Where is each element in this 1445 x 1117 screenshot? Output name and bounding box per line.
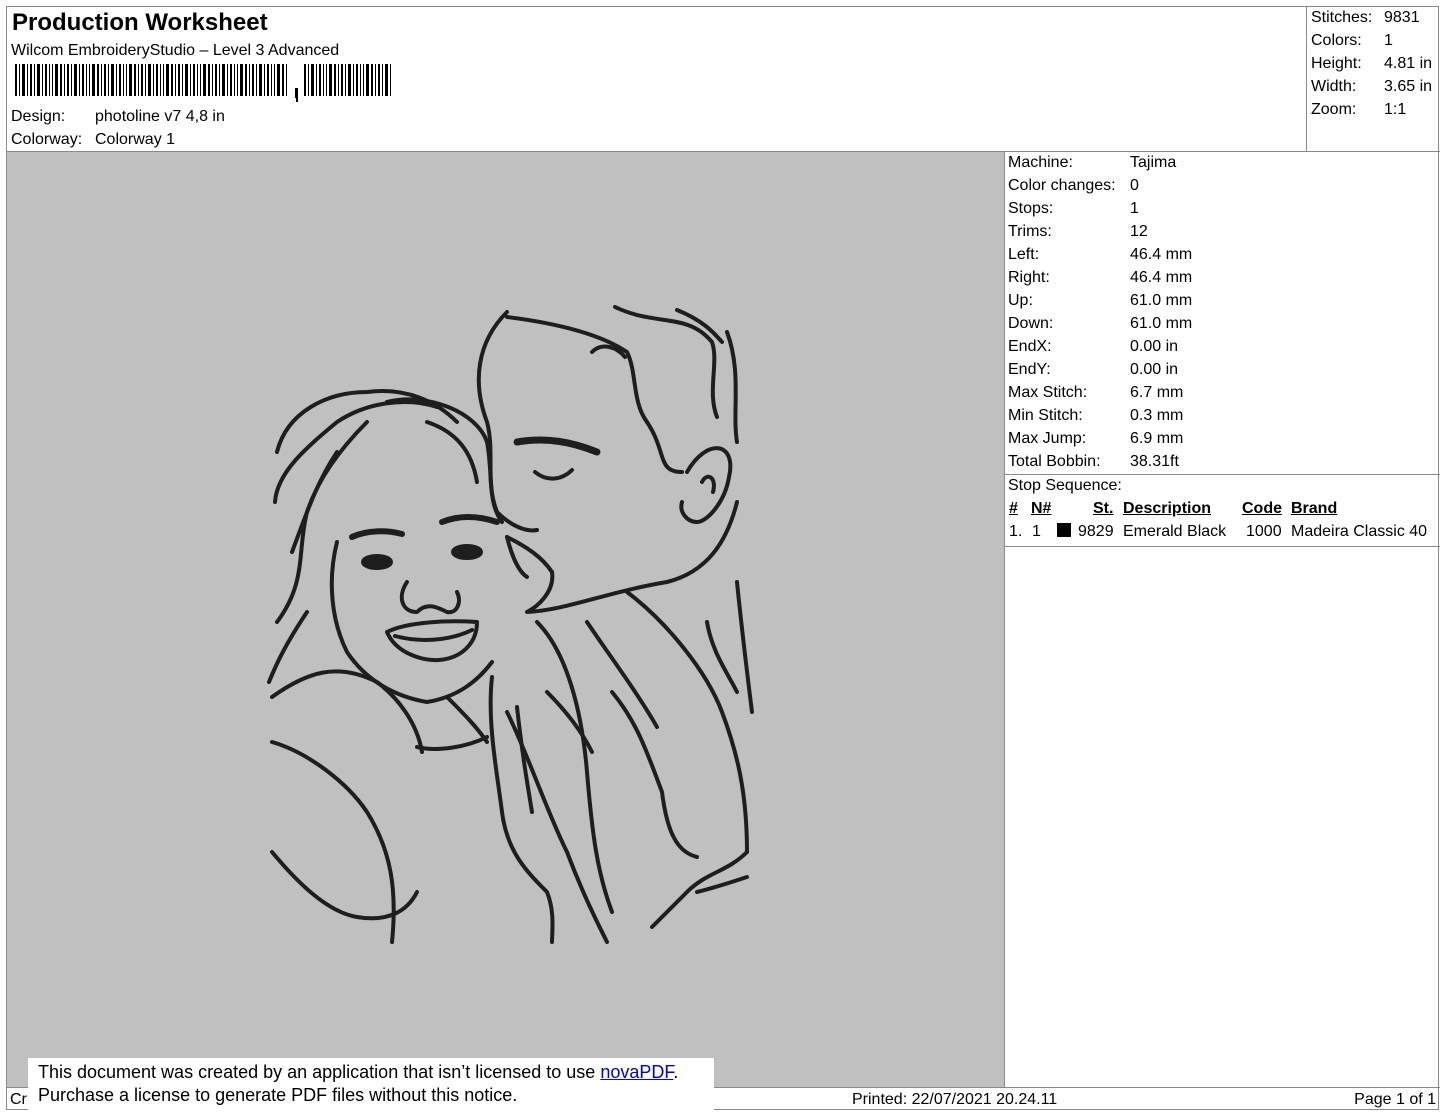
info-label: Max Stitch: (1008, 384, 1088, 401)
stats-value: 4.81 in (1384, 55, 1433, 72)
info-label: Right: (1008, 269, 1050, 286)
stop-sequence-title: Stop Sequence: (1005, 474, 1440, 495)
info-row: EndX: 0.00 in (1008, 338, 1178, 356)
col-header-index: # (1009, 500, 1018, 517)
info-value: 46.4 mm (1130, 246, 1193, 263)
design-stats: Stitches: 9831 Colors: 1 Height: 4.81 in Wi… (1307, 7, 1440, 152)
info-value: 6.7 mm (1130, 384, 1184, 401)
row-description: Emerald Black (1123, 523, 1227, 540)
info-label: EndX: (1008, 338, 1052, 355)
info-row: EndY: 0.00 in (1008, 361, 1178, 379)
info-row: Left: 46.4 mm (1008, 246, 1192, 264)
info-value: 0.00 in (1130, 361, 1179, 378)
novapdf-link[interactable]: novaPDF (600, 1062, 673, 1082)
info-value: Tajima (1130, 154, 1177, 171)
design-preview (7, 152, 1005, 1087)
machine-info: Machine: Tajima Color changes: 0 Stops: 1 T… (1005, 152, 1440, 547)
info-row: Color changes: 0 (1008, 177, 1139, 195)
stats-value: 3.65 in (1384, 78, 1433, 95)
info-row: Max Jump: 6.9 mm (1008, 430, 1183, 448)
colorway-row: Colorway: Colorway 1 (11, 131, 175, 149)
design-label: Design: (11, 108, 66, 125)
row-code: 1000 (1246, 523, 1282, 540)
col-header-needle: N# (1031, 500, 1052, 517)
stats-value: 9831 (1384, 9, 1420, 26)
col-header-stitches: St. (1093, 500, 1114, 517)
license-notice: This document was created by an applicat… (28, 1058, 714, 1110)
info-value: 0.00 in (1130, 338, 1179, 355)
info-label: Stops: (1008, 200, 1054, 217)
col-header-brand: Brand (1291, 500, 1338, 517)
info-label: EndY: (1008, 361, 1051, 378)
col-header-code: Code (1242, 500, 1282, 517)
row-needle: 1 (1032, 523, 1041, 540)
design-row: Design: photoline v7 4,8 in (11, 108, 225, 126)
software-name: Wilcom EmbroideryStudio – Level 3 Advanc… (11, 42, 340, 59)
info-row: Up: 61.0 mm (1008, 292, 1192, 310)
info-value: 0.3 mm (1130, 407, 1184, 424)
info-row: Stops: 1 (1008, 200, 1139, 218)
info-value: 1 (1130, 200, 1139, 217)
info-label: Machine: (1008, 154, 1073, 171)
info-row: Max Stitch: 6.7 mm (1008, 384, 1183, 402)
stats-label: Width: (1311, 78, 1357, 95)
row-stitches: 9829 (1078, 523, 1114, 540)
stats-row: Zoom: 1:1 (1311, 101, 1406, 119)
stats-value: 1 (1384, 32, 1393, 49)
worksheet-header: Production Worksheet Wilcom EmbroiderySt… (7, 7, 1307, 152)
stats-row: Stitches: 9831 (1311, 9, 1420, 27)
col-header-description: Description (1123, 500, 1212, 517)
info-label: Color changes: (1008, 177, 1116, 194)
info-label: Trims: (1008, 223, 1052, 240)
stats-value: 1:1 (1384, 101, 1407, 118)
stats-row: Width: 3.65 in (1311, 78, 1432, 96)
info-value: 38.31ft (1130, 453, 1179, 470)
row-brand: Madeira Classic 40 (1291, 523, 1428, 540)
info-row: Min Stitch: 0.3 mm (1008, 407, 1183, 425)
page-title: Production Worksheet (12, 9, 268, 36)
info-label: Left: (1008, 246, 1040, 263)
info-label: Min Stitch: (1008, 407, 1083, 424)
notice-line-2: Purchase a license to generate PDF files… (38, 1085, 518, 1105)
info-label: Down: (1008, 315, 1054, 332)
created-text: Cr (10, 1091, 27, 1108)
notice-text: This document was created by an applicat… (38, 1062, 601, 1082)
thread-color-swatch (1057, 523, 1071, 537)
info-value: 6.9 mm (1130, 430, 1184, 447)
info-value: 0 (1130, 177, 1139, 194)
page-number: Page 1 of 1 (1354, 1091, 1436, 1108)
info-row: Down: 61.0 mm (1008, 315, 1192, 333)
barcode-image (15, 64, 391, 102)
stats-label: Stitches: (1311, 9, 1373, 26)
colorway-label: Colorway: (11, 131, 83, 148)
row-index: 1. (1009, 523, 1023, 540)
info-label: Max Jump: (1008, 430, 1087, 447)
info-row: Right: 46.4 mm (1008, 269, 1192, 287)
printed-timestamp: Printed: 22/07/2021 20.24.11 (852, 1091, 1058, 1108)
info-row: Machine: Tajima (1008, 154, 1176, 172)
production-worksheet: Production Worksheet Wilcom EmbroiderySt… (6, 6, 1440, 1110)
stats-row: Colors: 1 (1311, 32, 1393, 50)
embroidery-line-art (267, 305, 754, 944)
info-row: Trims: 12 (1008, 223, 1148, 241)
info-label: Up: (1008, 292, 1033, 309)
info-value: 61.0 mm (1130, 315, 1193, 332)
stats-label: Zoom: (1311, 101, 1357, 118)
info-value: 46.4 mm (1130, 269, 1193, 286)
notice-text: . (673, 1062, 679, 1082)
info-row: Total Bobbin: 38.31ft (1008, 453, 1179, 471)
notice-line-1: This document was created by an applicat… (38, 1061, 714, 1084)
info-label: Total Bobbin: (1008, 453, 1101, 470)
info-value: 12 (1130, 223, 1148, 240)
colorway-value: Colorway 1 (95, 131, 176, 148)
stats-label: Height: (1311, 55, 1362, 72)
design-value: photoline v7 4,8 in (95, 108, 225, 125)
stats-row: Height: 4.81 in (1311, 55, 1432, 73)
stats-label: Colors: (1311, 32, 1362, 49)
info-value: 61.0 mm (1130, 292, 1193, 309)
